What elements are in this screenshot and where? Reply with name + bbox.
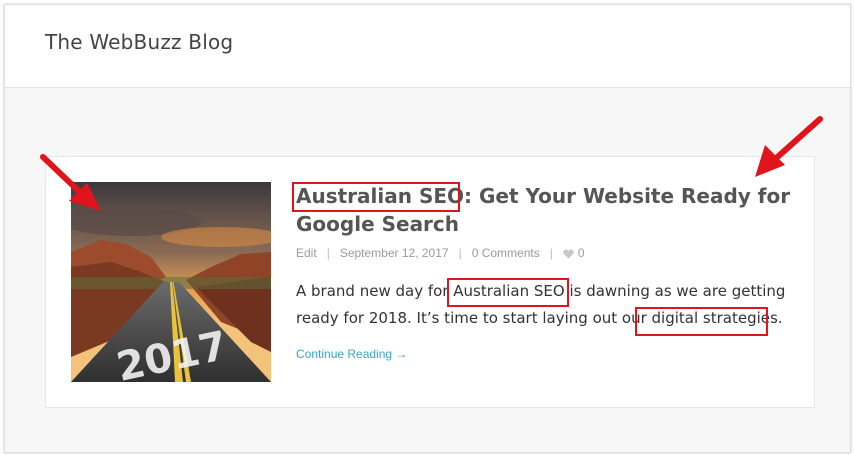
meta-separator: | <box>458 246 462 260</box>
highlight-box-excerpt-digital <box>635 307 768 336</box>
road-2017-image: 2017 <box>71 182 271 382</box>
heart-icon <box>563 249 574 259</box>
post-meta: Edit | September 12, 2017 | 0 Comments |… <box>296 246 796 260</box>
post-date[interactable]: September 12, 2017 <box>340 246 449 260</box>
highlight-box-excerpt-seo <box>447 278 569 307</box>
excerpt-text: A brand new day for <box>296 282 454 300</box>
comments-link[interactable]: 0 Comments <box>472 246 540 260</box>
meta-separator: | <box>326 246 330 260</box>
edit-link[interactable]: Edit <box>296 246 317 260</box>
site-header: The WebBuzz Blog <box>5 5 850 88</box>
meta-separator: | <box>549 246 553 260</box>
like-button[interactable]: 0 <box>563 246 585 260</box>
highlight-box-title <box>292 182 460 212</box>
post-thumbnail[interactable]: 2017 <box>71 182 271 382</box>
continue-reading-link[interactable]: Continue Reading → <box>296 347 407 361</box>
like-count: 0 <box>577 246 585 260</box>
browser-viewport: The WebBuzz Blog 2017 Australian SEO: Ge… <box>4 4 851 453</box>
site-title[interactable]: The WebBuzz Blog <box>45 30 233 54</box>
excerpt-text: . <box>777 309 783 327</box>
